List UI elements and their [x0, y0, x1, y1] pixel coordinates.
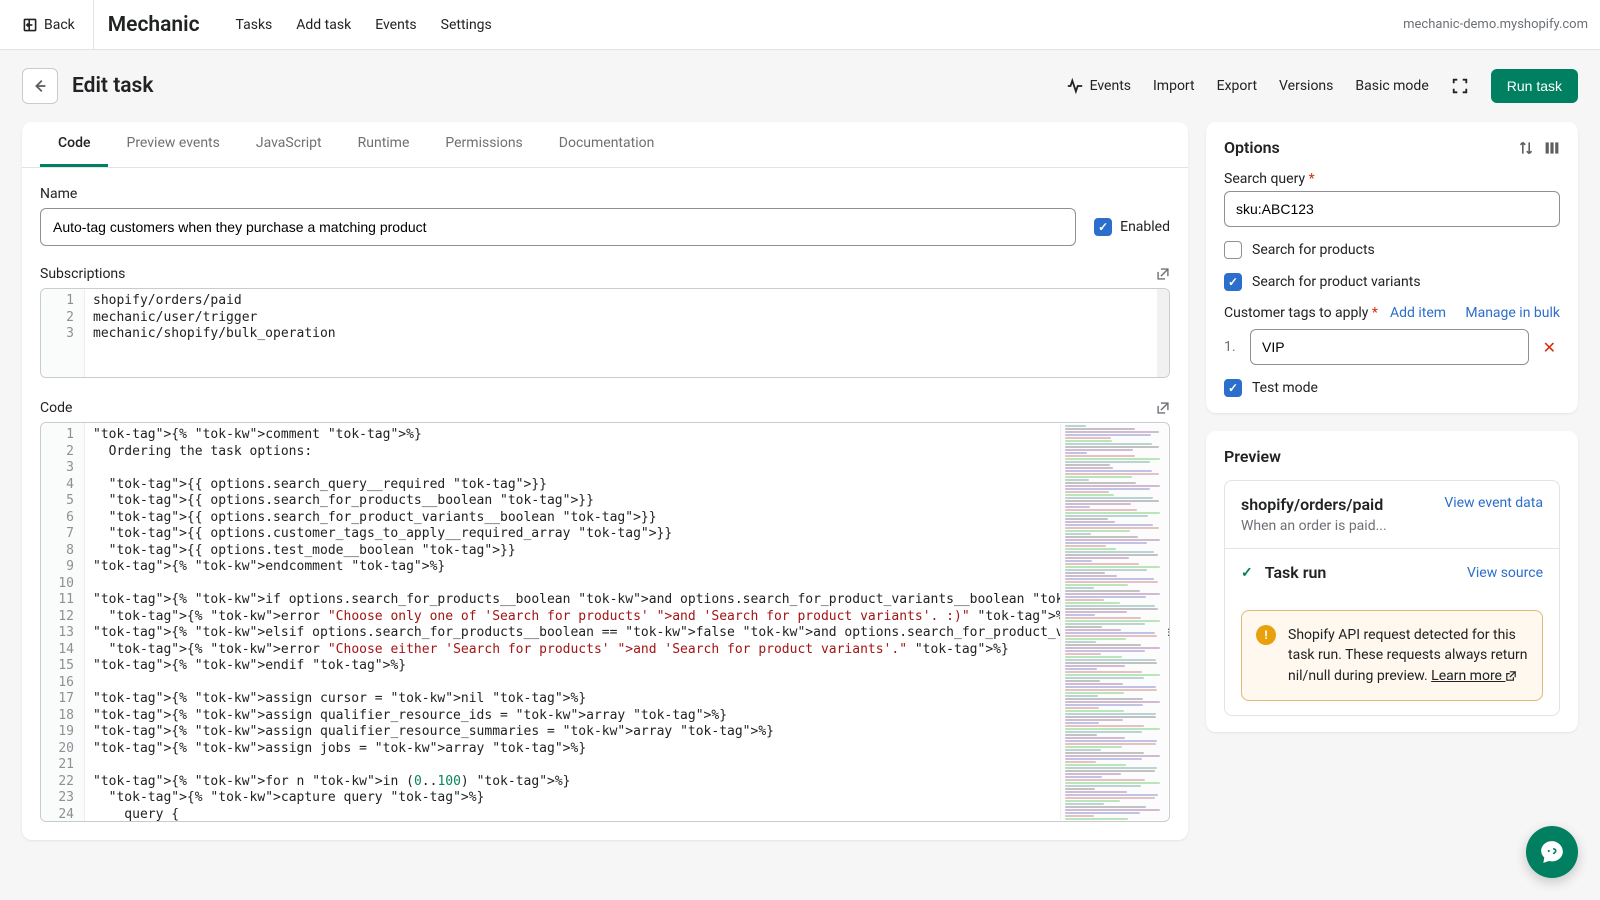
chat-icon [1539, 839, 1565, 865]
top-nav: Tasks Add task Events Settings [236, 17, 492, 33]
action-versions[interactable]: Versions [1279, 78, 1333, 94]
form-body: Name Enabled Subscriptions 123 shopify/o… [22, 168, 1188, 840]
expand-code-icon[interactable] [1156, 401, 1170, 415]
code-area[interactable]: shopify/orders/paidmechanic/user/trigger… [85, 289, 1169, 377]
divider [93, 0, 94, 50]
header-actions: Events Import Export Versions Basic mode… [1066, 69, 1578, 103]
options-title: Options [1224, 138, 1280, 157]
scrollbar[interactable] [1157, 289, 1169, 377]
external-link-icon [1505, 670, 1517, 682]
array-index: 1. [1224, 339, 1240, 355]
action-export[interactable]: Export [1217, 78, 1257, 94]
name-input[interactable] [40, 208, 1076, 246]
warning-banner: ! Shopify API request detected for this … [1241, 610, 1543, 701]
external-icon [1156, 267, 1170, 281]
subscriptions-editor[interactable]: 123 shopify/orders/paidmechanic/user/tri… [40, 288, 1170, 378]
back-exit-icon [22, 17, 38, 33]
tags-label: Customer tags to apply * [1224, 305, 1378, 321]
search-query-label: Search query * [1224, 171, 1560, 187]
expand-subscriptions-icon[interactable] [1156, 267, 1170, 281]
check-icon: ✓ [1241, 565, 1253, 581]
manage-bulk-link[interactable]: Manage in bulk [1465, 305, 1560, 321]
banner-text: Shopify API request detected for this ta… [1288, 625, 1528, 686]
external-icon [1156, 401, 1170, 415]
search-products-checkbox[interactable] [1224, 241, 1242, 259]
nav-events[interactable]: Events [375, 17, 416, 33]
shop-url: mechanic-demo.myshopify.com [1403, 17, 1588, 32]
test-mode-checkbox[interactable] [1224, 379, 1242, 397]
columns-icon [1544, 140, 1560, 156]
minimap[interactable] [1060, 424, 1168, 820]
preview-event: shopify/orders/paid [1241, 495, 1387, 514]
right-column: Options Search query * Search for produc… [1206, 122, 1578, 732]
tab-preview-events[interactable]: Preview events [108, 122, 237, 167]
search-query-input[interactable] [1224, 191, 1560, 227]
add-item-link[interactable]: Add item [1390, 305, 1446, 321]
view-source-link[interactable]: View source [1467, 565, 1543, 581]
action-import[interactable]: Import [1153, 78, 1195, 94]
tab-permissions[interactable]: Permissions [427, 122, 540, 167]
task-run-label: Task run [1265, 563, 1455, 582]
tag-input-1[interactable] [1250, 329, 1529, 365]
main: Code Preview events JavaScript Runtime P… [0, 122, 1600, 862]
enabled-checkbox[interactable] [1094, 218, 1112, 236]
page-header: Edit task Events Import Export Versions … [0, 50, 1600, 122]
code-area[interactable]: "tok-tag">{% "tok-kw">comment "tok-tag">… [85, 423, 1169, 821]
columns-icon[interactable] [1544, 140, 1560, 156]
preview-inner: shopify/orders/paid When an order is pai… [1224, 480, 1560, 716]
sort-arrows-icon [1518, 140, 1534, 156]
code-editor[interactable]: 123456789101112131415161718192021222324 … [40, 422, 1170, 822]
delete-tag-icon[interactable]: ✕ [1539, 338, 1560, 357]
task-card: Code Preview events JavaScript Runtime P… [22, 122, 1188, 840]
nav-add-task[interactable]: Add task [296, 17, 351, 33]
tab-code[interactable]: Code [40, 122, 108, 167]
nav-settings[interactable]: Settings [441, 17, 492, 33]
preview-desc: When an order is paid... [1241, 518, 1387, 534]
code-label: Code [40, 400, 72, 416]
brand-title[interactable]: Mechanic [108, 13, 200, 37]
enabled-label: Enabled [1120, 219, 1170, 235]
arrow-left-icon [31, 77, 49, 95]
tab-javascript[interactable]: JavaScript [238, 122, 340, 167]
activity-icon [1066, 77, 1084, 95]
warning-icon: ! [1256, 625, 1276, 645]
sort-icon[interactable] [1518, 140, 1534, 156]
search-variants-checkbox[interactable] [1224, 273, 1242, 291]
action-events[interactable]: Events [1066, 77, 1131, 95]
gutter: 123 [41, 289, 85, 377]
chat-fab[interactable] [1526, 826, 1578, 878]
view-event-data-link[interactable]: View event data [1444, 495, 1543, 511]
preview-title: Preview [1224, 447, 1560, 466]
options-card: Options Search query * Search for produc… [1206, 122, 1578, 413]
subscriptions-label: Subscriptions [40, 266, 125, 282]
topbar: Back Mechanic Tasks Add task Events Sett… [0, 0, 1600, 50]
fullscreen-icon [1451, 77, 1469, 95]
test-mode-label: Test mode [1252, 380, 1318, 396]
tab-runtime[interactable]: Runtime [340, 122, 428, 167]
page-title: Edit task [72, 74, 153, 98]
back-button[interactable]: Back [12, 11, 85, 39]
gutter: 123456789101112131415161718192021222324 [41, 423, 85, 821]
nav-tasks[interactable]: Tasks [236, 17, 273, 33]
search-products-label: Search for products [1252, 242, 1375, 258]
action-fullscreen[interactable] [1451, 77, 1469, 95]
action-basic-mode[interactable]: Basic mode [1355, 78, 1428, 94]
run-task-button[interactable]: Run task [1491, 69, 1578, 103]
back-label: Back [44, 17, 75, 33]
back-icon-button[interactable] [22, 68, 58, 104]
search-variants-label: Search for product variants [1252, 274, 1421, 290]
preview-card: Preview shopify/orders/paid When an orde… [1206, 431, 1578, 732]
tabs: Code Preview events JavaScript Runtime P… [22, 122, 1188, 168]
name-label: Name [40, 186, 1170, 202]
tab-documentation[interactable]: Documentation [541, 122, 673, 167]
learn-more-link[interactable]: Learn more [1431, 668, 1517, 684]
